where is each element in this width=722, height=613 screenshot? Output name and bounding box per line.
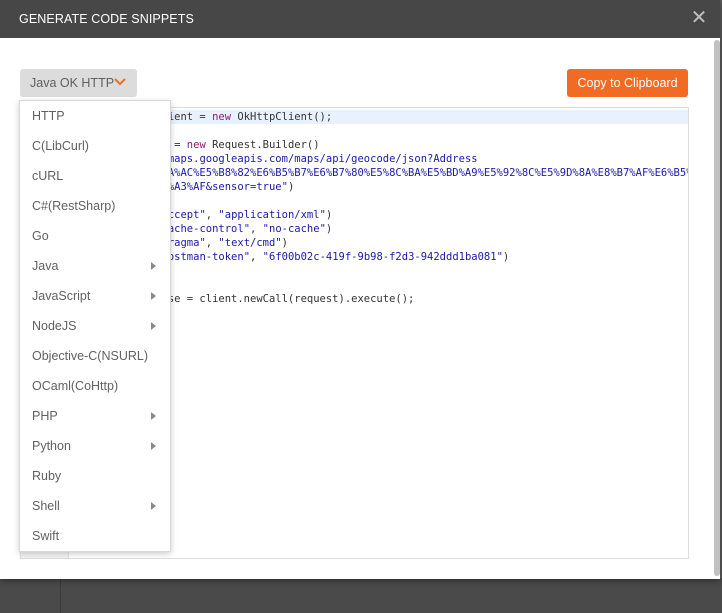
code-token: )	[281, 237, 288, 249]
dropdown-item-c-libcurl[interactable]: C(LibCurl)	[20, 131, 170, 161]
close-icon[interactable]: ✕	[688, 8, 710, 30]
dropdown-item-label: Java	[32, 259, 59, 273]
language-select[interactable]: Java OK HTTP	[20, 69, 137, 97]
dropdown-item-label: Objective-C(NSURL)	[32, 349, 148, 363]
copy-to-clipboard-button[interactable]: Copy to Clipboard	[567, 69, 688, 97]
code-token: )	[325, 223, 333, 235]
code-token: )	[287, 181, 295, 193]
code-token: )	[502, 251, 510, 263]
code-token: OkHttpClient();	[231, 111, 333, 123]
code-token: new	[212, 111, 232, 123]
dropdown-item-label: Python	[32, 439, 71, 453]
background-divider	[60, 578, 61, 613]
code-token: ,	[250, 223, 263, 235]
dropdown-item-label: Swift	[32, 529, 60, 543]
code-token: "text/cmd"	[218, 237, 282, 249]
dropdown-item-ocaml-cohttp[interactable]: OCaml(CoHttp)	[20, 371, 170, 401]
modal-header: GENERATE CODE SNIPPETS ✕	[0, 0, 720, 38]
dropdown-item-python[interactable]: Python	[20, 431, 170, 461]
code-token: ,	[250, 251, 263, 263]
generate-code-snippets-modal: GENERATE CODE SNIPPETS ✕ Java OK HTTP Co…	[0, 0, 720, 579]
code-token: )	[325, 209, 333, 221]
code-token: ,	[205, 237, 219, 249]
chevron-right-icon	[151, 292, 156, 300]
dropdown-item-label: HTTP	[32, 109, 65, 123]
dropdown-item-javascript[interactable]: JavaScript	[20, 281, 170, 311]
language-dropdown-menu: HTTP C(LibCurl) cURL C#(RestSharp) Go Java Jav…	[19, 100, 171, 552]
dropdown-item-label: NodeJS	[32, 319, 77, 333]
dropdown-item-java[interactable]: Java	[20, 251, 170, 281]
dropdown-item-php[interactable]: PHP	[20, 401, 170, 431]
dropdown-item-objective-c-nsurl[interactable]: Objective-C(NSURL)	[20, 341, 170, 371]
chevron-right-icon	[151, 442, 156, 450]
dropdown-item-http[interactable]: HTTP	[20, 101, 170, 131]
code-token: Request.Builder()	[205, 139, 320, 151]
code-token: "6f00b02c-419f-9b98-f2d3-942ddd1ba081"	[262, 251, 503, 263]
code-token: "application/xml"	[218, 209, 326, 221]
modal-scrollbar[interactable]	[714, 40, 720, 576]
dropdown-item-label: Ruby	[32, 469, 62, 483]
dropdown-item-nodejs[interactable]: NodeJS	[20, 311, 170, 341]
dropdown-item-label: cURL	[32, 169, 64, 183]
dropdown-item-label: JavaScript	[32, 289, 91, 303]
dropdown-item-label: C#(RestSharp)	[32, 199, 116, 213]
dropdown-item-ruby[interactable]: Ruby	[20, 461, 170, 491]
code-token: "http://maps.googleapis.com/maps/api/geo…	[117, 153, 478, 165]
chevron-down-icon	[114, 78, 126, 86]
background-app-footer	[0, 578, 722, 613]
dropdown-item-label: Go	[32, 229, 49, 243]
chevron-right-icon	[151, 262, 156, 270]
code-token: ,	[205, 209, 219, 221]
language-select-value: Java OK HTTP	[30, 76, 115, 90]
dropdown-item-label: Shell	[32, 499, 60, 513]
dropdown-item-go[interactable]: Go	[20, 221, 170, 251]
dropdown-item-shell[interactable]: Shell	[20, 491, 170, 521]
dropdown-item-label: PHP	[32, 409, 58, 423]
dropdown-item-swift[interactable]: Swift	[20, 521, 170, 551]
dropdown-item-curl[interactable]: cURL	[20, 161, 170, 191]
dropdown-item-label: OCaml(CoHttp)	[32, 379, 119, 393]
modal-title: GENERATE CODE SNIPPETS	[19, 12, 194, 26]
dropdown-item-label: C(LibCurl)	[32, 139, 89, 153]
chevron-right-icon	[151, 322, 156, 330]
chevron-right-icon	[151, 412, 156, 420]
code-token: new	[186, 139, 206, 151]
chevron-right-icon	[151, 502, 156, 510]
code-token: "no-cache"	[262, 223, 326, 235]
dropdown-item-c-restsharp[interactable]: C#(RestSharp)	[20, 191, 170, 221]
